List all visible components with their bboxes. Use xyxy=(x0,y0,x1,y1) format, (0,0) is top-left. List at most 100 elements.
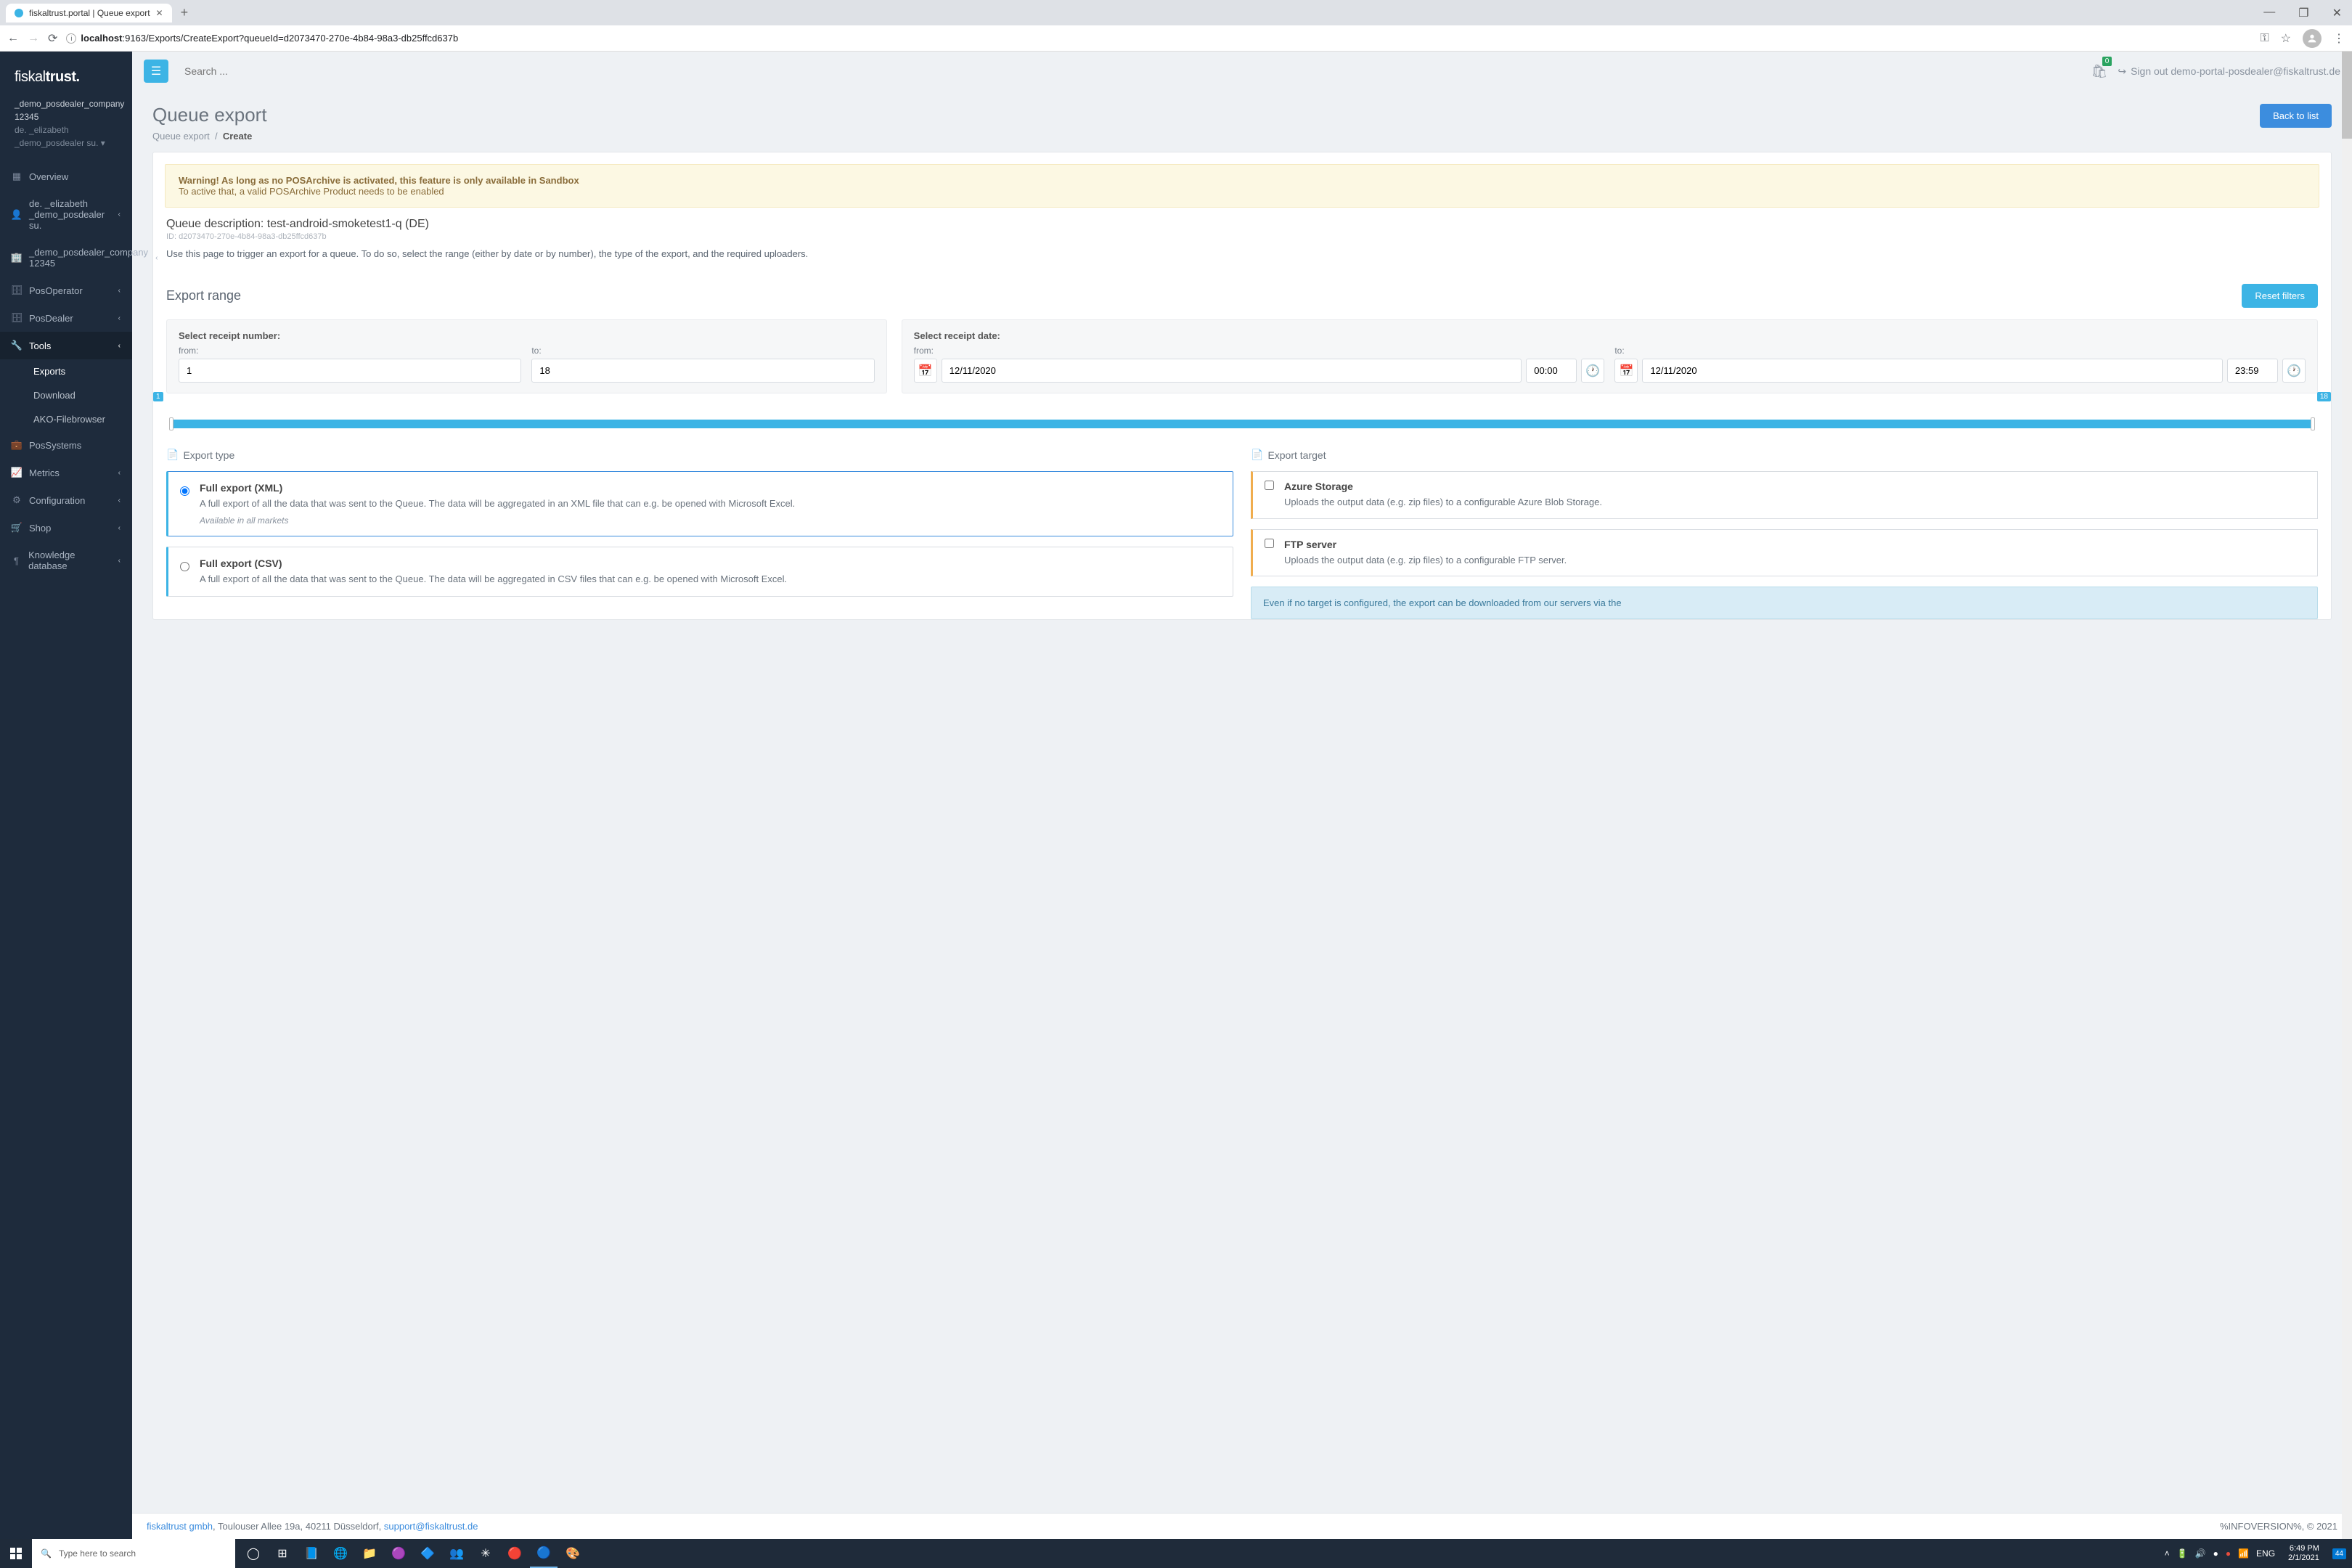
sidebar-item[interactable]: 🔧Tools‹ xyxy=(0,332,132,359)
page-header: Queue export Queue export / Create Back … xyxy=(132,91,2352,152)
export-type-title: Export type xyxy=(183,449,234,461)
menu-icon[interactable]: ⋮ xyxy=(2333,31,2345,46)
nav-label: Overview xyxy=(29,171,68,182)
sidebar-item[interactable]: 🏢_demo_posdealer_company 12345‹ xyxy=(0,239,132,277)
sidebar-item[interactable]: 🛒Shop‹ xyxy=(0,514,132,542)
chrome-icon[interactable]: 🔴 xyxy=(501,1539,528,1568)
nav-icon: 👤 xyxy=(12,209,22,221)
time-from-input[interactable] xyxy=(1526,359,1577,383)
range-slider[interactable]: 1 18 xyxy=(153,407,2331,449)
taskbar-app-icon[interactable]: 📘 xyxy=(298,1539,325,1568)
sidebar-subitem[interactable]: Exports xyxy=(0,359,132,383)
chevron-icon: ‹ xyxy=(118,342,121,350)
sidebar-subitem[interactable]: AKO-Filebrowser xyxy=(0,407,132,431)
taskbar-search[interactable]: 🔍 Type here to search xyxy=(32,1539,235,1568)
tab-close-icon[interactable]: ✕ xyxy=(156,8,163,18)
footer-addr: , Toulouser Allee 19a, 40211 Düsseldorf, xyxy=(213,1521,384,1532)
volume-icon[interactable]: 🔊 xyxy=(2195,1548,2206,1559)
sidebar-item[interactable]: 🗄PosDealer‹ xyxy=(0,304,132,332)
back-to-list-button[interactable]: Back to list xyxy=(2260,104,2332,128)
wifi-icon[interactable]: 📶 xyxy=(2238,1548,2249,1559)
sidebar-item[interactable]: ⚙Configuration‹ xyxy=(0,486,132,514)
bookmark-icon[interactable]: ☆ xyxy=(2281,31,2291,46)
taskbar-app-icon[interactable]: 🔷 xyxy=(414,1539,441,1568)
edge-icon[interactable]: 🌐 xyxy=(327,1539,354,1568)
footer-company-link[interactable]: fiskaltrust gmbh xyxy=(147,1521,213,1532)
export-type-radio[interactable] xyxy=(180,486,189,496)
tray-icon[interactable]: ● xyxy=(2226,1548,2231,1559)
signout-icon: ↪ xyxy=(2118,65,2126,78)
language-indicator[interactable]: ENG xyxy=(2256,1548,2275,1559)
sidebar-item[interactable]: 🗄PosOperator‹ xyxy=(0,277,132,304)
sidebar-item[interactable]: ¶Knowledge database‹ xyxy=(0,542,132,579)
teams-icon[interactable]: 👥 xyxy=(443,1539,470,1568)
time-to-input[interactable] xyxy=(2227,359,2278,383)
slack-icon[interactable]: ✳ xyxy=(472,1539,499,1568)
receipt-date-box: Select receipt date: from: 📅 🕐 xyxy=(902,319,2318,393)
paint-icon[interactable]: 🎨 xyxy=(559,1539,587,1568)
cart-button[interactable]: 🛍 0 xyxy=(2091,64,2107,79)
clock-icon[interactable]: 🕐 xyxy=(1581,359,1604,383)
crumb-parent[interactable]: Queue export xyxy=(152,131,210,142)
taskbar-clock[interactable]: 6:49 PM 2/1/2021 xyxy=(2282,1544,2325,1563)
vs-icon[interactable]: 🟣 xyxy=(385,1539,412,1568)
receipt-to-input[interactable] xyxy=(531,359,874,383)
nav-icon: 🔧 xyxy=(12,340,22,351)
signout-link[interactable]: ↪ Sign out demo-portal-posdealer@fiskalt… xyxy=(2118,65,2340,78)
content: Warning! As long as no POSArchive is act… xyxy=(132,152,2352,1513)
scrollbar[interactable] xyxy=(2342,52,2352,1539)
slider-handle-left[interactable] xyxy=(169,417,173,430)
sidebar-item[interactable]: 👤de. _elizabeth _demo_posdealer su.‹ xyxy=(0,190,132,239)
calendar-icon[interactable]: 📅 xyxy=(914,359,937,383)
export-target-checkbox[interactable] xyxy=(1265,539,1274,548)
slider-handle-right[interactable] xyxy=(2311,417,2315,430)
task-view-icon[interactable]: ◯ xyxy=(240,1539,267,1568)
tray-icon[interactable]: ● xyxy=(2213,1548,2218,1559)
battery-icon[interactable]: 🔋 xyxy=(2177,1548,2188,1559)
date-to-label: to: xyxy=(1614,346,2306,356)
site-info-icon[interactable]: i xyxy=(66,33,76,44)
start-button[interactable] xyxy=(0,1539,32,1568)
notification-badge[interactable]: 44 xyxy=(2332,1548,2346,1559)
calendar-icon[interactable]: 📅 xyxy=(1614,359,1638,383)
sidebar-item[interactable]: 📈Metrics‹ xyxy=(0,459,132,486)
forward-icon[interactable]: → xyxy=(28,32,39,45)
maximize-icon[interactable]: ❐ xyxy=(2294,6,2313,20)
export-target-option[interactable]: Azure StorageUploads the output data (e.… xyxy=(1251,471,2318,519)
date-from-label: from: xyxy=(914,346,1605,356)
new-tab-button[interactable]: + xyxy=(181,5,189,20)
back-icon[interactable]: ← xyxy=(7,32,19,45)
footer-email-link[interactable]: support@fiskaltrust.de xyxy=(384,1521,478,1532)
sidebar-subitem[interactable]: Download xyxy=(0,383,132,407)
export-type-option[interactable]: Full export (CSV)A full export of all th… xyxy=(166,547,1233,597)
export-type-radio[interactable] xyxy=(180,562,189,571)
chrome-active-icon[interactable]: 🔵 xyxy=(530,1539,558,1568)
minimize-icon[interactable]: — xyxy=(2259,6,2279,20)
reload-icon[interactable]: ⟳ xyxy=(48,31,57,46)
sidebar-item[interactable]: 💼PosSystems xyxy=(0,431,132,459)
reset-filters-button[interactable]: Reset filters xyxy=(2242,284,2318,308)
date-from-input[interactable] xyxy=(942,359,1522,383)
explorer-icon[interactable]: 📁 xyxy=(356,1539,383,1568)
user-dropdown[interactable]: _demo_posdealer su. ▾ xyxy=(15,136,118,150)
url-input[interactable]: i localhost:9163/Exports/CreateExport?qu… xyxy=(66,33,2251,44)
profile-avatar[interactable] xyxy=(2303,29,2322,48)
receipt-from-input[interactable] xyxy=(179,359,521,383)
search-input[interactable] xyxy=(179,60,2081,83)
sidebar-item[interactable]: ▦Overview xyxy=(0,163,132,190)
taskbar-app-icon[interactable]: ⊞ xyxy=(269,1539,296,1568)
export-type-option[interactable]: Full export (XML)A full export of all th… xyxy=(166,471,1233,536)
clock-icon[interactable]: 🕐 xyxy=(2282,359,2306,383)
key-icon[interactable]: ⚿ xyxy=(2260,32,2269,45)
scrollbar-thumb[interactable] xyxy=(2342,52,2352,139)
file-icon: 📄 xyxy=(166,449,179,461)
export-target-checkbox[interactable] xyxy=(1265,481,1274,490)
nav-label: Configuration xyxy=(29,495,85,506)
browser-tab[interactable]: fiskaltrust.portal | Queue export ✕ xyxy=(6,4,172,23)
close-icon[interactable]: ✕ xyxy=(2328,6,2346,20)
tray-chevron-icon[interactable]: ˄ xyxy=(2165,1548,2170,1559)
date-to-input[interactable] xyxy=(1642,359,2222,383)
hamburger-button[interactable]: ☰ xyxy=(144,60,168,83)
export-target-column: 📄Export target Azure StorageUploads the … xyxy=(1251,449,2318,619)
export-target-option[interactable]: FTP serverUploads the output data (e.g. … xyxy=(1251,529,2318,577)
